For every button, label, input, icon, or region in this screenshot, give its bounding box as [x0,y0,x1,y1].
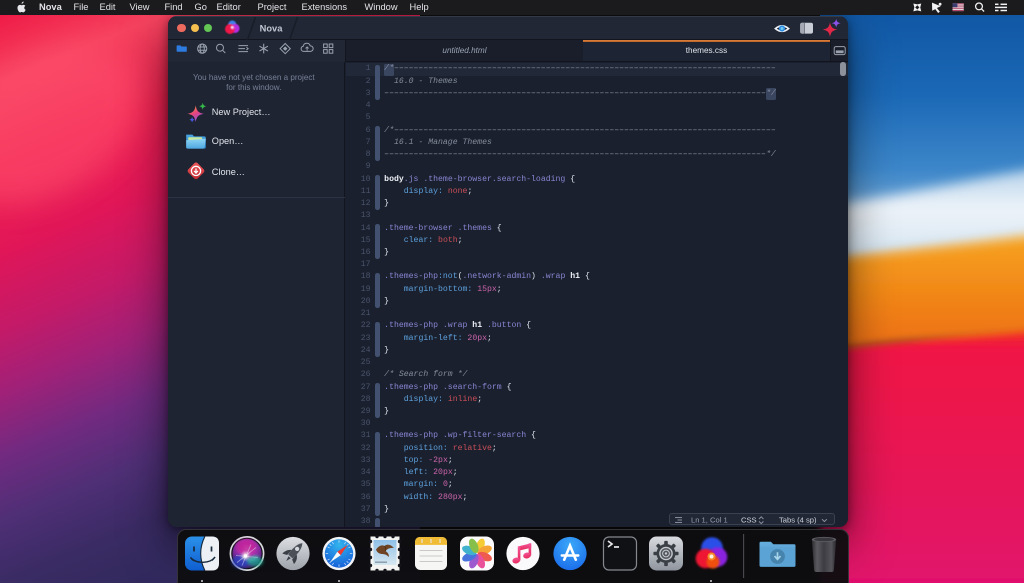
svg-text:CSS: CSS [741,515,757,524]
svg-text:Tabs (4 sp): Tabs (4 sp) [779,515,817,524]
svg-text:Nova: Nova [259,23,283,33]
svg-text:Ln 1, Col 1: Ln 1, Col 1 [691,515,728,524]
